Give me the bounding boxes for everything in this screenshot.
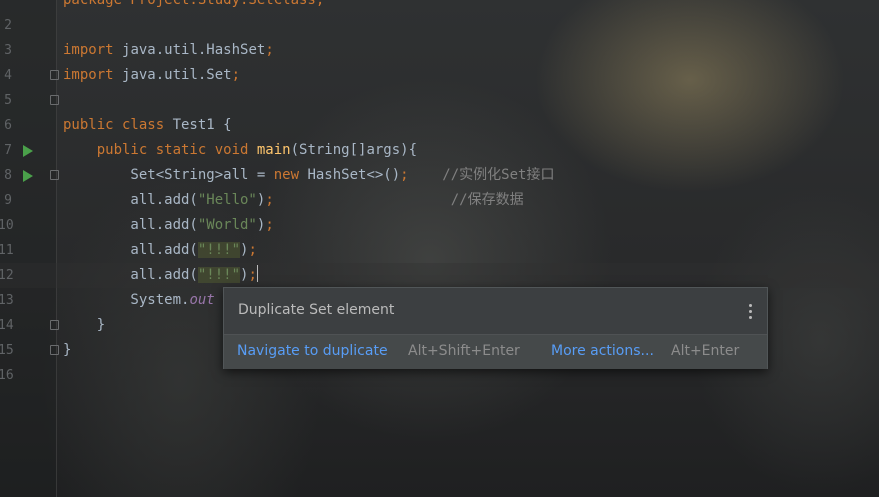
code-token: Test1 { <box>172 117 232 133</box>
code-token: "!!!" <box>197 242 241 258</box>
code-line[interactable]: 8 Set<String>all = new HashSet<>(); //实例… <box>0 163 879 188</box>
code-text: import java.util.Set; <box>63 63 240 88</box>
text-caret <box>256 265 258 282</box>
code-line[interactable]: 5 <box>0 88 879 113</box>
code-line[interactable]: 11 all.add("!!!"); <box>0 238 879 263</box>
code-text: all.add("Hello"); //保存数据 <box>63 188 524 213</box>
code-line[interactable]: package Project.Study.SetClass; <box>0 0 879 13</box>
line-number: 2 <box>4 18 12 33</box>
line-number: 3 <box>4 43 12 58</box>
code-token: (String[]args){ <box>290 142 418 158</box>
code-line[interactable]: 9 all.add("Hello"); //保存数据 <box>0 188 879 213</box>
code-token: //保存数据 <box>273 192 524 208</box>
popup-title: Duplicate Set element <box>238 302 395 318</box>
line-number: 10 <box>0 218 14 233</box>
code-text: public class Test1 { <box>63 113 232 138</box>
code-text: import java.util.HashSet; <box>63 38 274 63</box>
more-actions-link[interactable]: More actions... <box>551 335 654 367</box>
code-text: package Project.Study.SetClass; <box>63 0 324 13</box>
code-token: Set<String>all = <box>63 167 274 183</box>
line-number: 15 <box>0 343 14 358</box>
code-token: public class <box>63 117 173 133</box>
code-text: all.add("World"); <box>63 213 274 238</box>
code-token: public static void <box>63 142 257 158</box>
code-token: HashSet<>() <box>307 167 401 183</box>
code-token: all.add( <box>63 192 198 208</box>
code-text: Set<String>all = new HashSet<>(); //实例化S… <box>63 163 554 188</box>
line-number: 9 <box>4 193 12 208</box>
code-line[interactable]: 4 import java.util.Set; <box>0 63 879 88</box>
code-line[interactable]: 3 import java.util.HashSet; <box>0 38 879 63</box>
line-number: 16 <box>0 368 14 383</box>
code-token: new <box>273 167 308 183</box>
code-text: public static void main(String[]args){ <box>63 138 417 163</box>
fold-marker-icon[interactable] <box>50 320 59 330</box>
code-token: ; <box>231 67 241 83</box>
code-token: "World" <box>197 217 257 233</box>
code-line[interactable]: 6 public class Test1 { <box>0 113 879 138</box>
code-text: } <box>63 313 105 338</box>
run-gutter-icon[interactable] <box>23 170 33 182</box>
line-number: 4 <box>4 68 12 83</box>
code-text: System.out <box>63 288 215 313</box>
code-token: ; <box>248 242 257 258</box>
code-token: import <box>63 67 123 83</box>
code-token: } <box>63 317 106 333</box>
code-token: import <box>63 42 123 58</box>
code-token: ; <box>265 192 274 208</box>
code-token: main <box>256 142 291 158</box>
code-text: all.add("!!!"); <box>63 263 258 288</box>
line-number: 13 <box>0 293 14 308</box>
popup-actions-bar: Navigate to duplicate Alt+Shift+Enter Mo… <box>224 334 767 369</box>
code-line[interactable]: 7 public static void main(String[]args){ <box>0 138 879 163</box>
code-line[interactable]: 10 all.add("World"); <box>0 213 879 238</box>
code-token: "Hello" <box>197 192 257 208</box>
fold-marker-icon[interactable] <box>50 70 59 80</box>
inspection-popup: Duplicate Set element Navigate to duplic… <box>223 287 768 369</box>
line-number: 7 <box>4 143 12 158</box>
code-token: ; <box>265 42 274 58</box>
code-token: package Project.Study.SetClass; <box>63 0 325 8</box>
more-actions-shortcut: Alt+Enter <box>671 343 740 359</box>
run-gutter-icon[interactable] <box>23 145 33 157</box>
code-token: //实例化Set接口 <box>408 167 555 183</box>
fold-marker-icon[interactable] <box>50 95 59 105</box>
code-line[interactable]: 2 <box>0 13 879 38</box>
code-text: all.add("!!!"); <box>63 238 257 263</box>
code-token: ; <box>400 167 409 183</box>
code-token: ; <box>248 267 257 283</box>
code-token: java.util.HashSet <box>122 42 266 58</box>
code-token: java.util.Set <box>122 67 232 83</box>
code-token: System. <box>63 292 190 308</box>
code-token: } <box>63 342 72 358</box>
line-number: 5 <box>4 93 12 108</box>
code-text: } <box>63 338 71 363</box>
line-number: 12 <box>0 268 14 283</box>
fold-marker-icon[interactable] <box>50 345 59 355</box>
code-token: "!!!" <box>197 267 241 283</box>
line-number: 6 <box>4 118 12 133</box>
vertical-ellipsis-icon[interactable] <box>749 304 753 320</box>
code-token: ; <box>265 217 274 233</box>
code-line[interactable]: 12 all.add("!!!"); <box>0 263 879 288</box>
code-token: out <box>189 292 215 308</box>
code-token: all.add( <box>63 217 198 233</box>
line-number: 14 <box>0 318 14 333</box>
code-token: all.add( <box>63 242 198 258</box>
navigate-shortcut: Alt+Shift+Enter <box>408 343 520 359</box>
line-number: 8 <box>4 168 12 183</box>
code-token: all.add( <box>63 267 198 283</box>
fold-marker-icon[interactable] <box>50 170 59 180</box>
navigate-to-duplicate-link[interactable]: Navigate to duplicate <box>237 335 388 367</box>
line-number: 11 <box>0 243 14 258</box>
